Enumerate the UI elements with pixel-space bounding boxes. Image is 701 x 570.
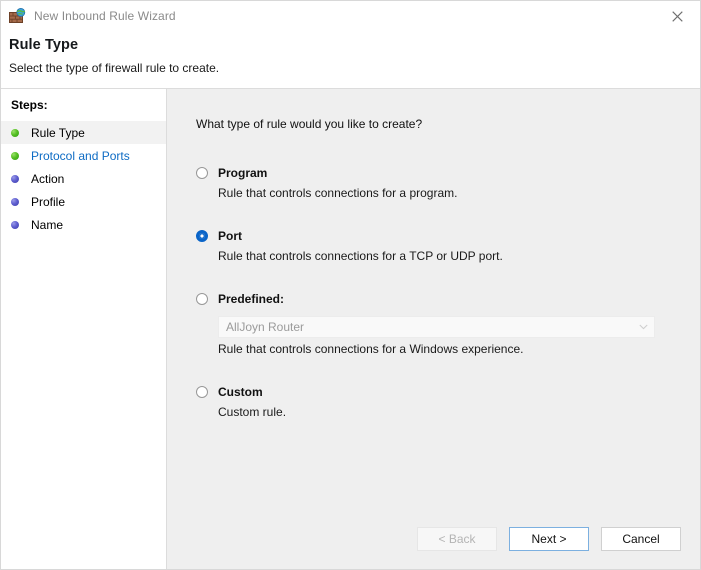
question-text: What type of rule would you like to crea… xyxy=(196,117,423,131)
option-program-row[interactable]: Program xyxy=(196,164,700,182)
page-subtitle: Select the type of firewall rule to crea… xyxy=(9,61,220,75)
main-content: What type of rule would you like to crea… xyxy=(167,89,700,527)
option-program[interactable]: Program Rule that controls connections f… xyxy=(196,164,700,200)
wizard-window: New Inbound Rule Wizard Rule Type Select… xyxy=(0,0,701,570)
step-bullet-icon xyxy=(11,197,19,206)
option-custom-row[interactable]: Custom xyxy=(196,383,700,401)
radio-port[interactable] xyxy=(196,230,208,242)
option-predefined-description: Rule that controls connections for a Win… xyxy=(218,342,524,356)
sidebar-item-label: Rule Type xyxy=(31,125,85,140)
page-title: Rule Type xyxy=(9,37,79,53)
chevron-down-icon xyxy=(639,324,648,330)
wizard-body: Steps: Rule Type Protocol and Ports Acti… xyxy=(1,89,700,569)
sidebar-item-action[interactable]: Action xyxy=(1,167,166,190)
option-custom-label: Custom xyxy=(218,385,263,399)
radio-program[interactable] xyxy=(196,167,208,179)
step-bullet-icon xyxy=(11,128,19,137)
sidebar-item-label[interactable]: Protocol and Ports xyxy=(31,149,130,163)
predefined-dropdown-value: AllJoyn Router xyxy=(226,320,305,334)
back-button[interactable]: < Back xyxy=(417,527,497,551)
option-program-description: Rule that controls connections for a pro… xyxy=(218,186,458,200)
page-header: Rule Type Select the type of firewall ru… xyxy=(1,31,700,89)
option-port-label: Port xyxy=(218,229,242,243)
close-icon[interactable] xyxy=(655,2,700,31)
option-program-label: Program xyxy=(218,166,268,180)
option-predefined[interactable]: Predefined: AllJoyn Router Rule that con… xyxy=(196,290,700,356)
cancel-button[interactable]: Cancel xyxy=(601,527,681,551)
next-button[interactable]: Next > xyxy=(509,527,589,551)
title-bar: New Inbound Rule Wizard xyxy=(1,1,700,31)
option-predefined-label: Predefined: xyxy=(218,292,285,306)
sidebar-item-label: Profile xyxy=(31,194,66,209)
predefined-dropdown[interactable]: AllJoyn Router xyxy=(218,316,655,338)
steps-heading: Steps: xyxy=(11,98,48,112)
option-port[interactable]: Port Rule that controls connections for … xyxy=(196,227,700,263)
step-bullet-icon xyxy=(11,174,19,183)
sidebar-item-protocol-and-ports[interactable]: Protocol and Ports xyxy=(1,144,166,167)
main-panel: What type of rule would you like to crea… xyxy=(167,89,700,569)
window-title: New Inbound Rule Wizard xyxy=(34,9,176,23)
sidebar-item-label: Name xyxy=(31,217,64,232)
firewall-wall-globe-icon xyxy=(9,7,26,25)
sidebar-item-label: Action xyxy=(31,171,65,186)
sidebar-item-profile[interactable]: Profile xyxy=(1,190,166,213)
step-bullet-icon xyxy=(11,220,19,229)
steps-sidebar: Steps: Rule Type Protocol and Ports Acti… xyxy=(1,89,167,569)
wizard-footer: < Back Next > Cancel xyxy=(167,527,700,569)
radio-predefined[interactable] xyxy=(196,293,208,305)
sidebar-item-name[interactable]: Name xyxy=(1,213,166,236)
option-port-row[interactable]: Port xyxy=(196,227,700,245)
option-port-description: Rule that controls connections for a TCP… xyxy=(218,249,503,263)
sidebar-item-rule-type[interactable]: Rule Type xyxy=(1,121,166,144)
step-bullet-icon xyxy=(11,151,19,160)
option-custom[interactable]: Custom Custom rule. xyxy=(196,383,700,419)
radio-custom[interactable] xyxy=(196,386,208,398)
option-custom-description: Custom rule. xyxy=(218,405,287,419)
option-predefined-row[interactable]: Predefined: xyxy=(196,290,700,308)
